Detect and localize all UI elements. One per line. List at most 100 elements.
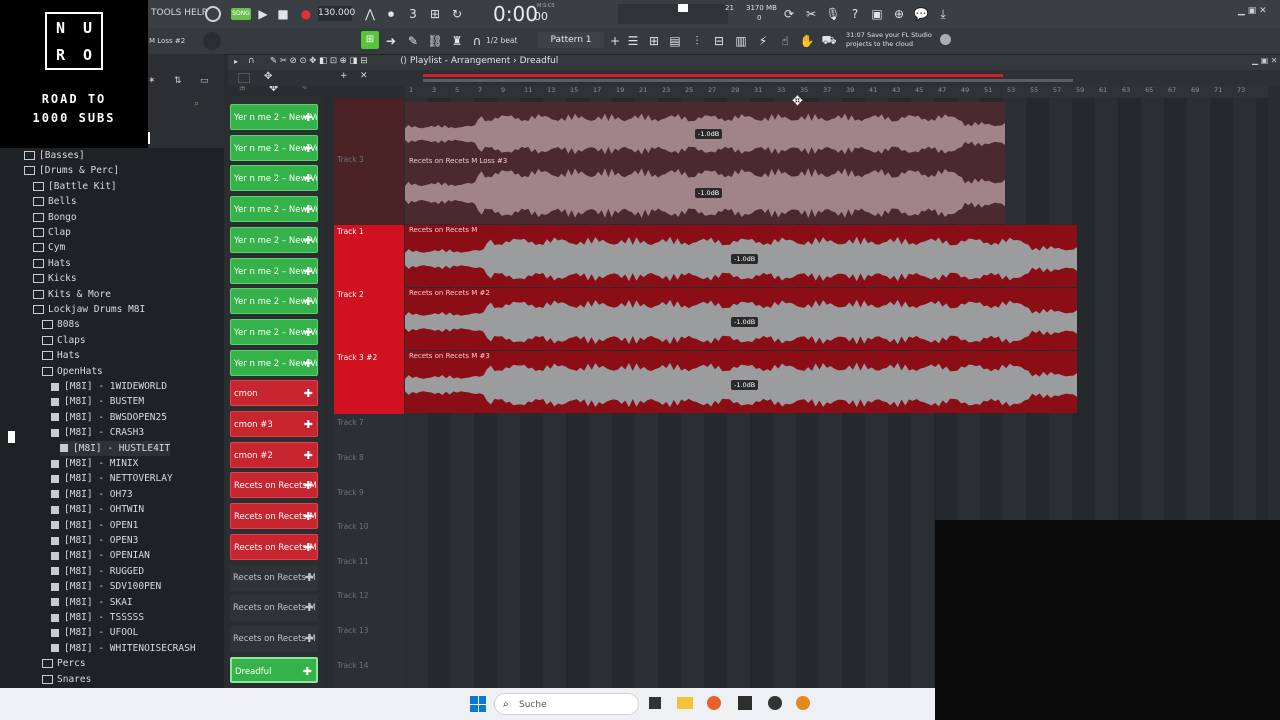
folder-icon[interactable]: ▭ <box>200 76 209 86</box>
browser-item[interactable]: Kits & More <box>33 287 111 302</box>
channel-add-icon[interactable]: ✚ <box>305 565 314 591</box>
cloud-message-line1[interactable]: Save your FL Studio <box>867 31 932 40</box>
channel-button[interactable]: Dreadful ✚ <box>230 656 318 683</box>
channel-button[interactable]: Recets on Recets M ✚ <box>230 564 318 591</box>
browser-item[interactable]: [Battle Kit] <box>33 179 117 194</box>
channel-add-icon[interactable]: ✚ <box>304 259 313 283</box>
audio-clip[interactable]: -1.0dB <box>405 102 1005 160</box>
wait-record-icon[interactable]: ⏺ <box>382 5 400 23</box>
channel-button[interactable]: Yer n me 2 – New Vo...✚ <box>230 165 318 192</box>
channel-button[interactable]: Yer n me 2 – New Vo...✚ <box>230 196 318 223</box>
audio-clip[interactable]: Recets on Recets M Loss #3 -1.0dB <box>405 156 1005 224</box>
channel-add-icon[interactable]: ✚ <box>304 381 313 405</box>
track-header[interactable]: Track 3 <box>334 153 404 187</box>
horizontal-scrollbar[interactable] <box>423 79 1073 82</box>
save-icon[interactable]: ▣ <box>868 5 886 23</box>
microphone-icon[interactable]: 🎙 <box>824 5 842 23</box>
browser-item[interactable]: [M8I] - OHTWIN <box>51 502 144 517</box>
browser-item[interactable]: [M8I] - 1WIDEWORLD <box>51 379 167 394</box>
channel-button[interactable]: cmon #3 ✚ <box>230 411 318 437</box>
browser-item[interactable]: [Basses] <box>24 148 85 163</box>
browser-item[interactable]: [M8I] - BUSTEM <box>51 394 144 409</box>
plug-icon[interactable]: ⚡ <box>754 32 772 50</box>
tool-icons[interactable]: ✎ ✂ ⊘ ⊙ ✥ ◧ ⊡ ⊕ ◨ ⊟ <box>270 56 367 66</box>
browser-item[interactable]: [M8I] - OH73 <box>51 487 133 502</box>
browser-item[interactable]: [M8I] - BWSDOPEN25 <box>51 410 167 425</box>
sort-icon[interactable]: ⇅ <box>174 76 182 86</box>
browser-item[interactable]: Lockjaw Drums M8I <box>33 302 145 317</box>
channel-add-icon[interactable]: ✚ <box>304 351 313 375</box>
channel-add-icon[interactable]: ✚ <box>305 595 314 621</box>
obs-icon[interactable] <box>768 696 782 710</box>
arrow-right-icon[interactable]: ➜ <box>382 32 400 50</box>
track-header[interactable]: Track 8 <box>334 451 404 485</box>
help-icon[interactable]: ? <box>846 5 864 23</box>
browser-item[interactable]: 808s <box>42 317 80 332</box>
countdown-icon[interactable]: 3 <box>404 5 422 23</box>
mixer-icon[interactable]: ⫶ <box>688 32 706 50</box>
pencil-icon[interactable]: ✎ <box>404 32 422 50</box>
firefox-icon[interactable] <box>707 696 721 710</box>
globe-icon[interactable] <box>940 34 951 45</box>
browser-item[interactable]: [M8I] - NETTOVERLAY <box>51 471 173 486</box>
arrow-icon[interactable]: ⟨⟩ <box>400 56 410 66</box>
add-track-icon[interactable]: + <box>340 71 348 81</box>
track-header[interactable]: Track 2 <box>334 288 404 351</box>
tools-icon[interactable]: ✂ <box>802 5 820 23</box>
track-header[interactable]: Track 7 <box>334 416 404 450</box>
taskbar-search[interactable]: ⌕ Suche <box>494 693 639 715</box>
browser-icon[interactable]: ⊟ <box>710 32 728 50</box>
refresh-icon[interactable]: ⟳ <box>780 5 798 23</box>
browser-item[interactable]: [M8I] - OPEN3 <box>51 533 138 548</box>
channel-add-icon[interactable]: ✚ <box>304 473 313 497</box>
cart-icon[interactable]: ⛟ <box>820 32 838 50</box>
time-selection-bar[interactable] <box>423 74 1003 77</box>
breadcrumb-arrangement[interactable]: Arrangement <box>451 56 510 66</box>
close-icon[interactable]: ✕ <box>360 71 368 81</box>
move-icon[interactable]: ✥ <box>264 71 272 82</box>
channel-add-icon[interactable]: ✚ <box>303 659 312 681</box>
browser-item[interactable]: Clap <box>33 225 71 240</box>
channel-button[interactable]: Recets on Recets M L...✚ <box>230 472 318 499</box>
browser-item[interactable]: [M8I] - OPEN1 <box>51 518 138 533</box>
browser-item[interactable]: Claps <box>42 333 86 348</box>
channel-button[interactable]: Yer n me 2 – New Vo...✚ <box>230 349 318 376</box>
channel-button[interactable]: Yer n me 2 – New Vo...✚ <box>230 226 318 253</box>
channel-button[interactable]: Recets on Recets M L...✚ <box>230 533 318 560</box>
browser-item[interactable]: [M8I] - CRASH3 <box>51 425 144 440</box>
download-icon[interactable]: ⤓ <box>934 5 952 23</box>
tempo-display[interactable]: 130.000 <box>318 6 355 21</box>
playlist-icon[interactable]: ☰ <box>624 32 642 50</box>
browser-item[interactable]: [M8I] - UFOOL <box>51 625 138 640</box>
track-header[interactable]: Track 3 #2 <box>334 351 404 414</box>
browser-item[interactable]: Kicks <box>33 271 77 286</box>
cloud-message-line2[interactable]: projects to the cloud <box>846 40 913 49</box>
browser-item[interactable]: OpenHats <box>42 364 103 379</box>
file-explorer-icon[interactable] <box>677 697 693 709</box>
audio-clip[interactable]: Recets on Recets M -1.0dB <box>405 225 1077 287</box>
channel-add-icon[interactable]: ✚ <box>304 504 313 528</box>
grid-toggle[interactable] <box>238 73 250 83</box>
mode-dial-icon[interactable] <box>205 6 221 22</box>
channel-button[interactable]: Yer n me 2 – New Vo...✚ <box>230 104 318 130</box>
touch-icon[interactable]: ☝ <box>776 32 794 50</box>
browser-item[interactable]: [M8I] - WHITENOISECRASH <box>51 641 196 656</box>
browser-item[interactable]: Cym <box>33 240 65 255</box>
star-icon[interactable]: ✶ <box>148 76 156 86</box>
loop-record-icon[interactable]: ↻ <box>448 5 466 23</box>
channel-button[interactable]: Recets on Recets M #3✚ <box>230 595 318 622</box>
audio-clip[interactable]: Recets on Recets M #2 -1.0dB <box>405 288 1077 350</box>
link-icon[interactable]: ⛓ <box>426 32 444 50</box>
add-pattern-icon[interactable]: + <box>606 32 624 50</box>
search-icon[interactable]: ⌕ <box>194 99 199 109</box>
channel-add-icon[interactable]: ✚ <box>304 320 313 344</box>
project-icon[interactable]: ▥ <box>732 32 750 50</box>
channel-add-icon[interactable]: ✚ <box>304 166 313 190</box>
browser-item[interactable]: [M8I] - SKAI <box>51 595 133 610</box>
hand-icon[interactable]: ✋ <box>798 32 816 50</box>
breadcrumb-playlist[interactable]: Playlist <box>410 56 442 66</box>
channel-add-icon[interactable]: ✚ <box>304 535 313 559</box>
app-icon[interactable] <box>796 696 810 710</box>
playlist-window-controls[interactable]: ▁ ▣ ✕ <box>1252 56 1278 65</box>
audio-clip[interactable]: Recets on Recets M #3 -1.0dB <box>405 351 1077 413</box>
